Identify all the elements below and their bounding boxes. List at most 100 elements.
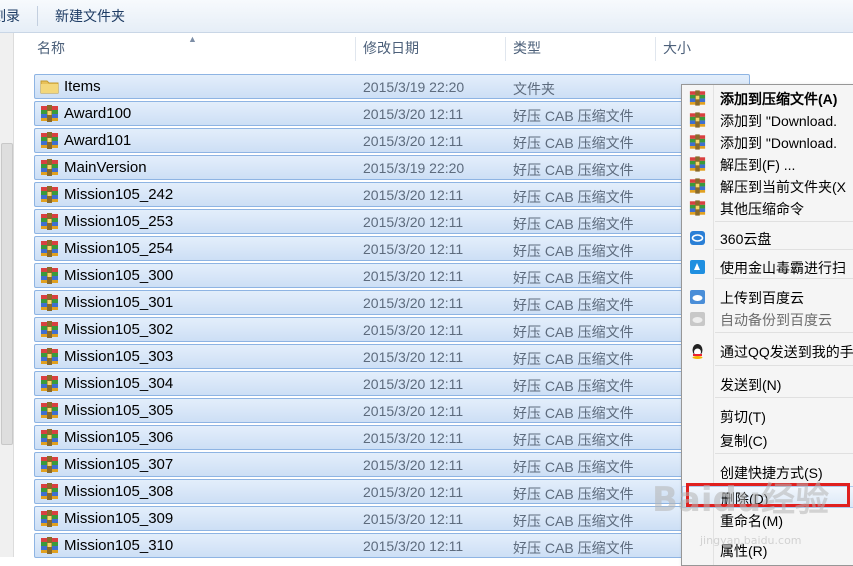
new-folder-button[interactable]: 新建文件夹 (55, 6, 125, 26)
file-name: Mission105_310 (64, 537, 174, 554)
file-row[interactable]: Mission105_242 2015/3/20 12:11 好压 CAB 压缩文件 (34, 182, 750, 207)
menu-item[interactable]: 上传到百度云 (682, 286, 853, 308)
archive-icon (40, 240, 59, 257)
menu-item-label: 发送到(N) (720, 377, 782, 393)
menu-item-label: 剪切(T) (720, 409, 766, 425)
command-bar: 刻录 新建文件夹 (0, 0, 853, 33)
column-header: 名称 修改日期 类型 大小 (14, 33, 853, 64)
file-type: 好压 CAB 压缩文件 (513, 405, 634, 421)
archive-extract-icon (689, 178, 706, 194)
menu-item-label: 上传到百度云 (720, 290, 804, 306)
file-type: 好压 CAB 压缩文件 (513, 351, 634, 367)
file-date: 2015/3/20 12:11 (363, 322, 464, 338)
file-type: 好压 CAB 压缩文件 (513, 378, 634, 394)
menu-item[interactable]: 使用金山毒霸进行扫 (682, 256, 853, 278)
file-row[interactable]: MainVersion 2015/3/19 22:20 好压 CAB 压缩文件 (34, 155, 750, 180)
archive-icon (40, 537, 59, 554)
menu-item[interactable]: 解压到(F) ... (682, 153, 853, 175)
file-row[interactable]: Award100 2015/3/20 12:11 好压 CAB 压缩文件 (34, 101, 750, 126)
burn-button[interactable]: 刻录 (0, 6, 20, 26)
file-date: 2015/3/20 12:11 (363, 376, 464, 392)
column-divider[interactable] (655, 37, 656, 61)
file-type: 好压 CAB 压缩文件 (513, 540, 634, 556)
file-row[interactable]: Mission105_310 2015/3/20 12:11 好压 CAB 压缩文件 (34, 533, 750, 558)
file-row[interactable]: Mission105_300 2015/3/20 12:11 好压 CAB 压缩文件 (34, 263, 750, 288)
menu-item[interactable]: 360云盘 (682, 227, 853, 249)
menu-separator (715, 397, 853, 398)
column-divider[interactable] (355, 37, 356, 61)
file-row[interactable]: Mission105_309 2015/3/20 12:11 好压 CAB 压缩文件 (34, 506, 750, 531)
folder-icon (40, 78, 59, 95)
menu-item[interactable]: 通过QQ发送到我的手 (682, 340, 853, 362)
menu-item-label: 自动备份到百度云 (720, 312, 832, 328)
menu-separator (715, 453, 853, 454)
menu-separator (715, 332, 853, 333)
archive-icon (40, 105, 59, 122)
file-name: Mission105_254 (64, 240, 174, 257)
file-row[interactable]: Items 2015/3/19 22:20 文件夹 (34, 74, 750, 99)
menu-item[interactable]: 解压到当前文件夹(X (682, 175, 853, 197)
file-type: 好压 CAB 压缩文件 (513, 189, 634, 205)
file-type: 好压 CAB 压缩文件 (513, 243, 634, 259)
menu-item-label: 添加到压缩文件(A) (720, 91, 838, 107)
scrollbar-thumb[interactable] (1, 143, 13, 445)
file-date: 2015/3/20 12:11 (363, 430, 464, 446)
column-name-header[interactable]: 名称 (37, 33, 65, 64)
file-name: Mission105_253 (64, 213, 174, 230)
file-row[interactable]: Mission105_305 2015/3/20 12:11 好压 CAB 压缩文件 (34, 398, 750, 423)
menu-item[interactable]: 复制(C) (682, 429, 853, 451)
file-row[interactable]: Mission105_301 2015/3/20 12:11 好压 CAB 压缩文件 (34, 290, 750, 315)
column-size-header[interactable]: 大小 (663, 33, 691, 64)
archive-icon (40, 402, 59, 419)
menu-item-label: 添加到 "Download. (720, 135, 838, 151)
menu-item-label: 复制(C) (720, 433, 768, 449)
menu-item: 自动备份到百度云 (682, 308, 853, 330)
file-type: 好压 CAB 压缩文件 (513, 513, 634, 529)
file-type: 好压 CAB 压缩文件 (513, 459, 634, 475)
file-name: Mission105_309 (64, 510, 174, 527)
menu-item[interactable]: 其他压缩命令 (682, 197, 853, 219)
file-name: MainVersion (64, 159, 147, 176)
file-row[interactable]: Mission105_308 2015/3/20 12:11 好压 CAB 压缩文件 (34, 479, 750, 504)
file-row[interactable]: Award101 2015/3/20 12:11 好压 CAB 压缩文件 (34, 128, 750, 153)
file-date: 2015/3/20 12:11 (363, 295, 464, 311)
archive-extract-icon (689, 156, 706, 172)
archive-icon (40, 294, 59, 311)
antivirus-icon (689, 259, 706, 275)
archive-icon (40, 267, 59, 284)
column-type-header[interactable]: 类型 (513, 33, 541, 64)
menu-item-label: 添加到 "Download. (720, 113, 838, 129)
file-name: Mission105_242 (64, 186, 174, 203)
file-row[interactable]: Mission105_306 2015/3/20 12:11 好压 CAB 压缩文件 (34, 425, 750, 450)
file-date: 2015/3/20 12:11 (363, 187, 464, 203)
file-date: 2015/3/20 12:11 (363, 403, 464, 419)
file-date: 2015/3/20 12:11 (363, 106, 464, 122)
file-row[interactable]: Mission105_254 2015/3/20 12:11 好压 CAB 压缩文件 (34, 236, 750, 261)
menu-item[interactable]: 添加到 "Download. (682, 131, 853, 153)
menu-item[interactable]: 添加到 "Download. (682, 109, 853, 131)
navigation-pane-scrollbar[interactable] (0, 33, 14, 557)
file-row[interactable]: Mission105_304 2015/3/20 12:11 好压 CAB 压缩文件 (34, 371, 750, 396)
file-date: 2015/3/20 12:11 (363, 133, 464, 149)
menu-item[interactable]: 发送到(N) (682, 373, 853, 395)
sort-ascending-icon: ▲ (188, 34, 197, 44)
column-divider[interactable] (505, 37, 506, 61)
archive-icon (40, 429, 59, 446)
file-row[interactable]: Mission105_302 2015/3/20 12:11 好压 CAB 压缩文件 (34, 317, 750, 342)
file-row[interactable]: Mission105_253 2015/3/20 12:11 好压 CAB 压缩文件 (34, 209, 750, 234)
column-date-header[interactable]: 修改日期 (363, 33, 419, 64)
baidu-backup-icon (689, 311, 706, 327)
file-name: Mission105_303 (64, 348, 174, 365)
file-name: Award101 (64, 132, 132, 149)
file-type: 好压 CAB 压缩文件 (513, 108, 634, 124)
menu-item-label: 解压到(F) ... (720, 157, 796, 173)
archive-icon (40, 132, 59, 149)
menu-separator (715, 365, 853, 366)
file-row[interactable]: Mission105_307 2015/3/20 12:11 好压 CAB 压缩文件 (34, 452, 750, 477)
archive-icon (40, 186, 59, 203)
archive-add-icon (689, 134, 706, 150)
menu-item[interactable]: 剪切(T) (682, 405, 853, 427)
menu-item[interactable]: 添加到压缩文件(A) (682, 87, 853, 109)
file-row[interactable]: Mission105_303 2015/3/20 12:11 好压 CAB 压缩文件 (34, 344, 750, 369)
archive-icon (40, 348, 59, 365)
